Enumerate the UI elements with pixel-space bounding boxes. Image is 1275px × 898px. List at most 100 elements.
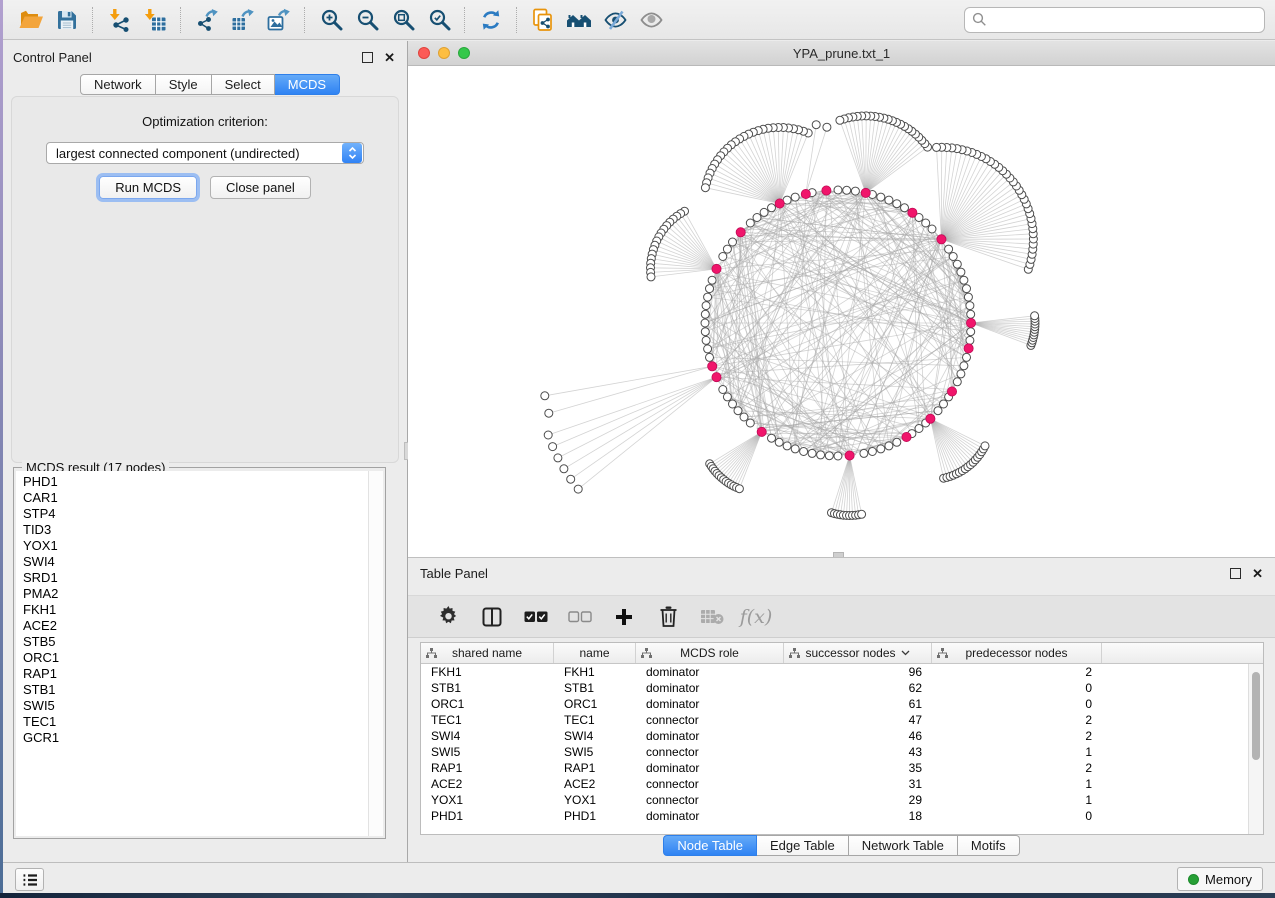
table-row[interactable]: FKH1FKH1dominator962 xyxy=(421,664,1263,680)
table-cell[interactable]: RAP1 xyxy=(554,761,636,775)
mcds-result-item[interactable]: SWI5 xyxy=(23,698,369,714)
table-scrollbar-thumb[interactable] xyxy=(1252,672,1260,760)
mcds-result-item[interactable]: TEC1 xyxy=(23,714,369,730)
mcds-result-item[interactable]: SWI4 xyxy=(23,554,369,570)
search-input[interactable] xyxy=(992,11,1257,28)
table-scrollbar[interactable] xyxy=(1248,664,1263,834)
mcds-result-item[interactable]: STP4 xyxy=(23,506,369,522)
table-cell[interactable]: 1 xyxy=(932,745,1102,759)
table-cell[interactable]: PHD1 xyxy=(554,809,636,823)
save-session-button[interactable] xyxy=(49,2,85,38)
close-panel-button[interactable]: ✕ xyxy=(384,53,395,63)
table-cell[interactable]: STB1 xyxy=(421,681,554,695)
tab-style[interactable]: Style xyxy=(156,74,212,95)
mcds-result-item[interactable]: FKH1 xyxy=(23,602,369,618)
tab-mcds[interactable]: MCDS xyxy=(275,74,340,95)
table-cell[interactable]: FKH1 xyxy=(421,665,554,679)
table-cell[interactable]: STB1 xyxy=(554,681,636,695)
import-network-button[interactable] xyxy=(101,2,137,38)
mcds-result-item[interactable]: RAP1 xyxy=(23,666,369,682)
table-cell[interactable]: 47 xyxy=(784,713,932,727)
table-cell[interactable]: dominator xyxy=(636,697,784,711)
column-header-name[interactable]: name xyxy=(554,643,636,663)
table-cell[interactable]: 0 xyxy=(932,809,1102,823)
mcds-result-item[interactable]: GCR1 xyxy=(23,730,369,746)
table-cell[interactable]: 2 xyxy=(932,729,1102,743)
export-network-button[interactable] xyxy=(189,2,225,38)
mcds-result-item[interactable]: CAR1 xyxy=(23,490,369,506)
table-settings-button[interactable] xyxy=(426,597,470,637)
column-header-MCDS-role[interactable]: MCDS role xyxy=(636,643,784,663)
column-header-predecessor-nodes[interactable]: predecessor nodes xyxy=(932,643,1102,663)
table-cell[interactable]: TEC1 xyxy=(421,713,554,727)
tab-select[interactable]: Select xyxy=(212,74,275,95)
create-column-button[interactable] xyxy=(602,597,646,637)
zoom-in-button[interactable] xyxy=(313,2,349,38)
column-header-shared-name[interactable]: shared name xyxy=(421,643,554,663)
table-row[interactable]: ORC1ORC1dominator610 xyxy=(421,696,1263,712)
table-cell[interactable]: YOX1 xyxy=(554,793,636,807)
hide-graphics-details-button[interactable] xyxy=(597,2,633,38)
float-table-panel-button[interactable] xyxy=(1230,568,1241,579)
minimize-window-button[interactable] xyxy=(438,47,450,59)
table-cell[interactable]: 18 xyxy=(784,809,932,823)
table-cell[interactable]: connector xyxy=(636,745,784,759)
table-tab-motifs[interactable]: Motifs xyxy=(958,835,1020,856)
table-cell[interactable]: ORC1 xyxy=(554,697,636,711)
table-cell[interactable]: connector xyxy=(636,777,784,791)
mcds-result-item[interactable]: PMA2 xyxy=(23,586,369,602)
run-mcds-button[interactable]: Run MCDS xyxy=(99,176,197,199)
table-cell[interactable]: FKH1 xyxy=(554,665,636,679)
zoom-out-button[interactable] xyxy=(349,2,385,38)
export-image-button[interactable] xyxy=(261,2,297,38)
network-houses-button[interactable] xyxy=(561,2,597,38)
mcds-result-item[interactable]: YOX1 xyxy=(23,538,369,554)
network-window-titlebar[interactable]: YPA_prune.txt_1 xyxy=(408,41,1275,66)
table-tab-node-table[interactable]: Node Table xyxy=(663,835,757,856)
apply-layout-button[interactable] xyxy=(473,2,509,38)
table-row[interactable]: SWI5SWI5connector431 xyxy=(421,744,1263,760)
table-cell[interactable]: ACE2 xyxy=(554,777,636,791)
criterion-select[interactable]: largest connected component (undirected) xyxy=(46,142,364,164)
table-cell[interactable]: RAP1 xyxy=(421,761,554,775)
float-panel-button[interactable] xyxy=(362,52,373,63)
table-cell[interactable]: connector xyxy=(636,793,784,807)
table-cell[interactable]: YOX1 xyxy=(421,793,554,807)
select-all-columns-button[interactable] xyxy=(514,597,558,637)
table-cell[interactable]: connector xyxy=(636,713,784,727)
zoom-selected-button[interactable] xyxy=(421,2,457,38)
table-cell[interactable]: dominator xyxy=(636,729,784,743)
table-cell[interactable]: SWI4 xyxy=(421,729,554,743)
task-history-button[interactable] xyxy=(15,868,44,891)
column-header-successor-nodes[interactable]: successor nodes xyxy=(784,643,932,663)
table-row[interactable]: YOX1YOX1connector291 xyxy=(421,792,1263,808)
table-cell[interactable]: 31 xyxy=(784,777,932,791)
table-cell[interactable]: ACE2 xyxy=(421,777,554,791)
table-cell[interactable]: 0 xyxy=(932,697,1102,711)
tab-network[interactable]: Network xyxy=(80,74,156,95)
table-cell[interactable]: dominator xyxy=(636,665,784,679)
delete-column-button[interactable] xyxy=(646,597,690,637)
table-cell[interactable]: TEC1 xyxy=(554,713,636,727)
table-cell[interactable]: SWI5 xyxy=(554,745,636,759)
table-cell[interactable]: 2 xyxy=(932,761,1102,775)
import-table-button[interactable] xyxy=(137,2,173,38)
show-graphics-details-button[interactable] xyxy=(633,2,669,38)
mcds-result-item[interactable]: ORC1 xyxy=(23,650,369,666)
close-table-panel-button[interactable]: ✕ xyxy=(1252,569,1263,579)
mcds-result-item[interactable]: STB5 xyxy=(23,634,369,650)
table-cell[interactable]: 46 xyxy=(784,729,932,743)
unselect-all-columns-button[interactable] xyxy=(558,597,602,637)
table-cell[interactable]: 0 xyxy=(932,681,1102,695)
close-panel-button-mcds[interactable]: Close panel xyxy=(210,176,311,199)
table-cell[interactable]: 1 xyxy=(932,777,1102,791)
table-cell[interactable]: SWI5 xyxy=(421,745,554,759)
table-tab-network-table[interactable]: Network Table xyxy=(849,835,958,856)
export-table-button[interactable] xyxy=(225,2,261,38)
table-cell[interactable]: 61 xyxy=(784,697,932,711)
zoom-fit-button[interactable] xyxy=(385,2,421,38)
table-row[interactable]: TEC1TEC1connector472 xyxy=(421,712,1263,728)
maximize-window-button[interactable] xyxy=(458,47,470,59)
table-row[interactable]: SWI4SWI4dominator462 xyxy=(421,728,1263,744)
table-cell[interactable]: PHD1 xyxy=(421,809,554,823)
